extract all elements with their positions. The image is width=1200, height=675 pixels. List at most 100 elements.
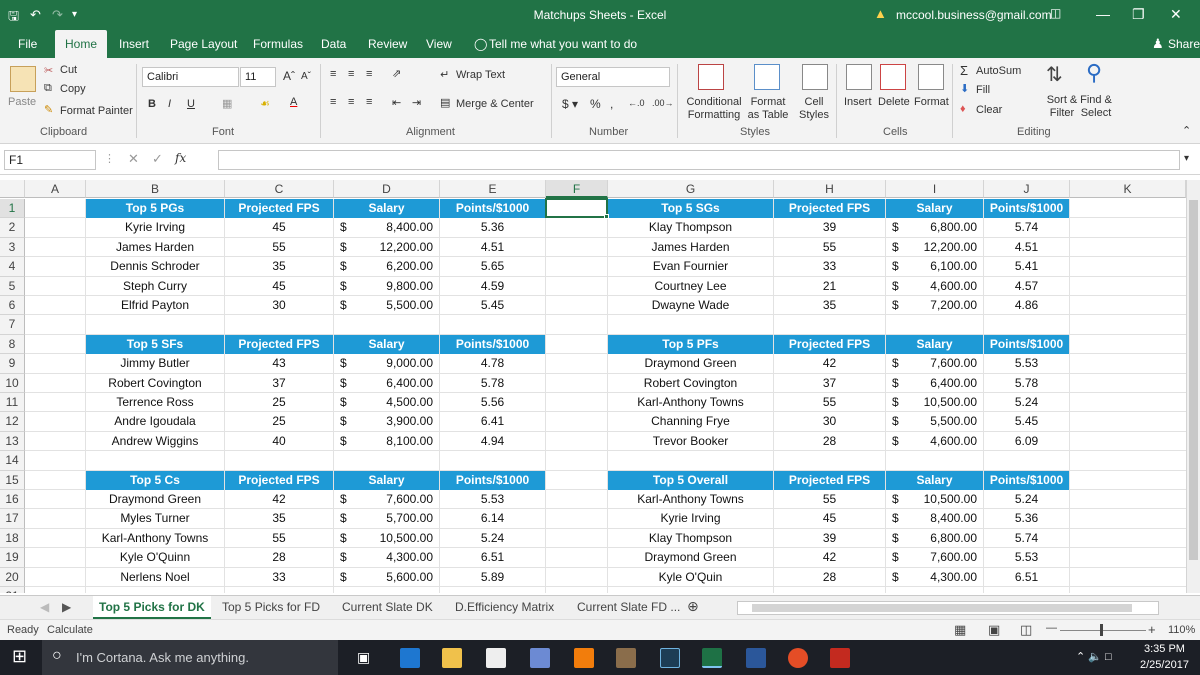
column-header[interactable]: C (225, 180, 334, 198)
player-name-cell[interactable]: Kyle O'Quinn (86, 548, 224, 567)
row-header[interactable]: 7 (0, 315, 25, 335)
column-header[interactable]: A (25, 180, 86, 198)
row-header[interactable]: 14 (0, 451, 25, 471)
tab-home[interactable]: Home (55, 30, 108, 58)
salary-cell[interactable]: 8,100.00 (354, 432, 433, 451)
edge-icon[interactable] (400, 648, 420, 668)
row-header[interactable]: 17 (0, 509, 25, 529)
projected-fps-cell[interactable]: 28 (774, 568, 885, 587)
table-header-cell[interactable]: Top 5 SFs (86, 334, 224, 355)
formula-input[interactable] (218, 150, 1180, 170)
cell-styles-button[interactable]: Cell Styles (794, 96, 834, 122)
cortana-search[interactable]: ○ I'm Cortana. Ask me anything. (42, 640, 338, 675)
zoom-level[interactable]: 110% (1168, 624, 1195, 636)
player-name-cell[interactable]: Evan Fournier (608, 257, 773, 276)
projected-fps-cell[interactable]: 45 (774, 509, 885, 528)
points-per-1000-cell[interactable]: 6.14 (440, 509, 545, 528)
salary-cell[interactable]: 12,200.00 (906, 238, 977, 257)
zoom-slider[interactable] (1060, 630, 1146, 631)
sheet-tab-efficiency[interactable]: D.Efficiency Matrix (455, 600, 554, 614)
table-header-cell[interactable]: Top 5 PFs (608, 334, 773, 355)
points-per-1000-cell[interactable]: 5.78 (440, 374, 545, 393)
tab-data[interactable]: Data (321, 30, 346, 58)
column-header[interactable]: G (608, 180, 774, 198)
underline-icon[interactable]: U (187, 98, 195, 110)
delete-button[interactable]: Delete (878, 96, 910, 108)
bold-icon[interactable]: B (148, 98, 156, 110)
row-header[interactable]: 3 (0, 237, 25, 258)
salary-cell[interactable]: 7,600.00 (906, 548, 977, 567)
points-per-1000-cell[interactable]: 5.56 (440, 393, 545, 412)
row-header[interactable]: 5 (0, 276, 25, 296)
salary-cell[interactable]: 4,600.00 (906, 277, 977, 296)
table-header-cell[interactable]: Top 5 Cs (86, 470, 224, 490)
tell-me-box[interactable]: Tell me what you want to do (489, 30, 637, 58)
projected-fps-cell[interactable]: 35 (225, 257, 333, 276)
table-header-cell[interactable]: Points/$1000 (984, 470, 1069, 490)
player-name-cell[interactable]: Karl-Anthony Towns (86, 529, 224, 548)
format-painter-button[interactable]: Format Painter (60, 105, 133, 117)
table-header-cell[interactable]: Top 5 Overall (608, 470, 773, 490)
projected-fps-cell[interactable]: 42 (774, 548, 885, 567)
player-name-cell[interactable]: Kyle O'Quin (608, 568, 773, 587)
font-size-select[interactable]: 11 (240, 67, 276, 87)
zoom-out-icon[interactable]: — (1046, 622, 1057, 634)
row-header[interactable]: 20 (0, 567, 25, 587)
player-name-cell[interactable]: Klay Thompson (608, 218, 773, 237)
align-bottom-icon[interactable]: ≡ (366, 68, 372, 80)
delete-cells-icon[interactable] (880, 64, 906, 90)
scroll-left-icon[interactable]: ◀ (40, 600, 49, 614)
table-header-cell[interactable]: Top 5 SGs (608, 199, 773, 219)
salary-cell[interactable]: 4,600.00 (906, 432, 977, 451)
points-per-1000-cell[interactable]: 4.86 (984, 296, 1069, 315)
font-color-icon[interactable]: A (290, 96, 297, 108)
shrink-font-icon[interactable]: Aˇ (301, 71, 311, 82)
align-top-icon[interactable]: ≡ (330, 68, 336, 80)
salary-cell[interactable]: 10,500.00 (354, 529, 433, 548)
tab-formulas[interactable]: Formulas (253, 30, 303, 58)
insert-button[interactable]: Insert (844, 96, 872, 108)
salary-cell[interactable]: 5,500.00 (354, 296, 433, 315)
points-per-1000-cell[interactable]: 4.51 (984, 238, 1069, 257)
table-header-cell[interactable]: Projected FPS (774, 470, 885, 490)
increase-decimal-icon[interactable]: ←.0 (628, 98, 645, 108)
player-name-cell[interactable]: James Harden (608, 238, 773, 257)
player-name-cell[interactable]: Jimmy Butler (86, 354, 224, 373)
scroll-right-icon[interactable]: ▶ (62, 600, 71, 614)
salary-cell[interactable]: 10,500.00 (906, 393, 977, 412)
projected-fps-cell[interactable]: 35 (774, 296, 885, 315)
table-header-cell[interactable]: Salary (334, 199, 439, 219)
table-header-cell[interactable]: Points/$1000 (440, 199, 545, 219)
points-per-1000-cell[interactable]: 5.78 (984, 374, 1069, 393)
selected-cell-f1[interactable] (545, 198, 608, 219)
minimize-icon[interactable]: — (1096, 6, 1110, 22)
table-header-cell[interactable]: Salary (886, 470, 983, 490)
row-header[interactable]: 9 (0, 354, 25, 374)
projected-fps-cell[interactable]: 21 (774, 277, 885, 296)
lightroom-icon[interactable] (660, 648, 680, 668)
worksheet-grid[interactable]: A B C D E F G H I J K 1 2 3 4 5 6 7 8 9 10 11 12 13 14 15 16 17 18 19… (0, 180, 1186, 593)
clear-button[interactable]: Clear (976, 104, 1002, 116)
points-per-1000-cell[interactable]: 4.51 (440, 238, 545, 257)
player-name-cell[interactable]: Elfrid Payton (86, 296, 224, 315)
projected-fps-cell[interactable]: 33 (774, 257, 885, 276)
projected-fps-cell[interactable]: 55 (225, 529, 333, 548)
table-header-cell[interactable]: Salary (886, 199, 983, 219)
projected-fps-cell[interactable]: 33 (225, 568, 333, 587)
projected-fps-cell[interactable]: 25 (225, 412, 333, 431)
player-name-cell[interactable]: Draymond Green (86, 490, 224, 509)
insert-function-icon[interactable]: fx (175, 151, 186, 165)
row-header[interactable]: 21 (0, 587, 25, 593)
projected-fps-cell[interactable]: 39 (774, 529, 885, 548)
zoom-in-icon[interactable]: + (1148, 622, 1156, 637)
fill-color-icon[interactable]: ☙ (260, 97, 270, 110)
zoom-thumb[interactable] (1100, 624, 1103, 636)
points-per-1000-cell[interactable]: 5.74 (984, 529, 1069, 548)
points-per-1000-cell[interactable]: 6.09 (984, 432, 1069, 451)
salary-cell[interactable]: 6,400.00 (906, 374, 977, 393)
points-per-1000-cell[interactable]: 5.24 (984, 393, 1069, 412)
projected-fps-cell[interactable]: 35 (225, 509, 333, 528)
windows-start-icon[interactable]: ⊞ (12, 646, 27, 667)
decrease-indent-icon[interactable]: ⇤ (392, 96, 401, 109)
row-header[interactable]: 13 (0, 431, 25, 452)
